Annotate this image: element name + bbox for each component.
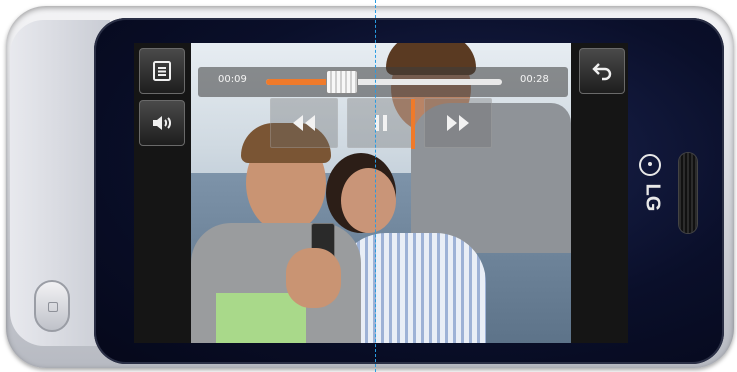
seek-handle[interactable] bbox=[325, 70, 358, 94]
brand-name: LG bbox=[641, 183, 664, 212]
elapsed-time: 00:09 bbox=[218, 74, 247, 85]
left-toolbar bbox=[134, 43, 191, 343]
back-button[interactable] bbox=[579, 48, 625, 94]
lg-logo-icon bbox=[639, 154, 661, 176]
video-screen[interactable]: 00:09 00:28 bbox=[134, 43, 628, 343]
home-button[interactable] bbox=[34, 280, 70, 332]
pause-accent-bar bbox=[411, 99, 415, 149]
fast-forward-button[interactable] bbox=[424, 98, 492, 148]
menu-button[interactable] bbox=[139, 48, 185, 94]
return-arrow-icon bbox=[592, 63, 612, 81]
remaining-time: 00:28 bbox=[520, 74, 549, 85]
speaker-icon bbox=[153, 116, 172, 130]
person-front bbox=[191, 123, 361, 343]
seek-bar-panel: 00:09 00:28 bbox=[198, 67, 568, 97]
volume-button[interactable] bbox=[139, 100, 185, 146]
fast-forward-icon bbox=[447, 115, 469, 131]
rewind-icon bbox=[293, 115, 315, 131]
guide-line bbox=[375, 0, 376, 372]
pause-button[interactable] bbox=[347, 98, 415, 149]
earpiece-speaker bbox=[679, 153, 697, 233]
list-icon bbox=[153, 61, 171, 81]
brand-logo: LG bbox=[636, 150, 666, 240]
pause-icon bbox=[375, 115, 387, 131]
right-toolbar bbox=[571, 43, 628, 343]
rewind-button[interactable] bbox=[270, 98, 338, 148]
seek-track[interactable] bbox=[266, 70, 502, 94]
